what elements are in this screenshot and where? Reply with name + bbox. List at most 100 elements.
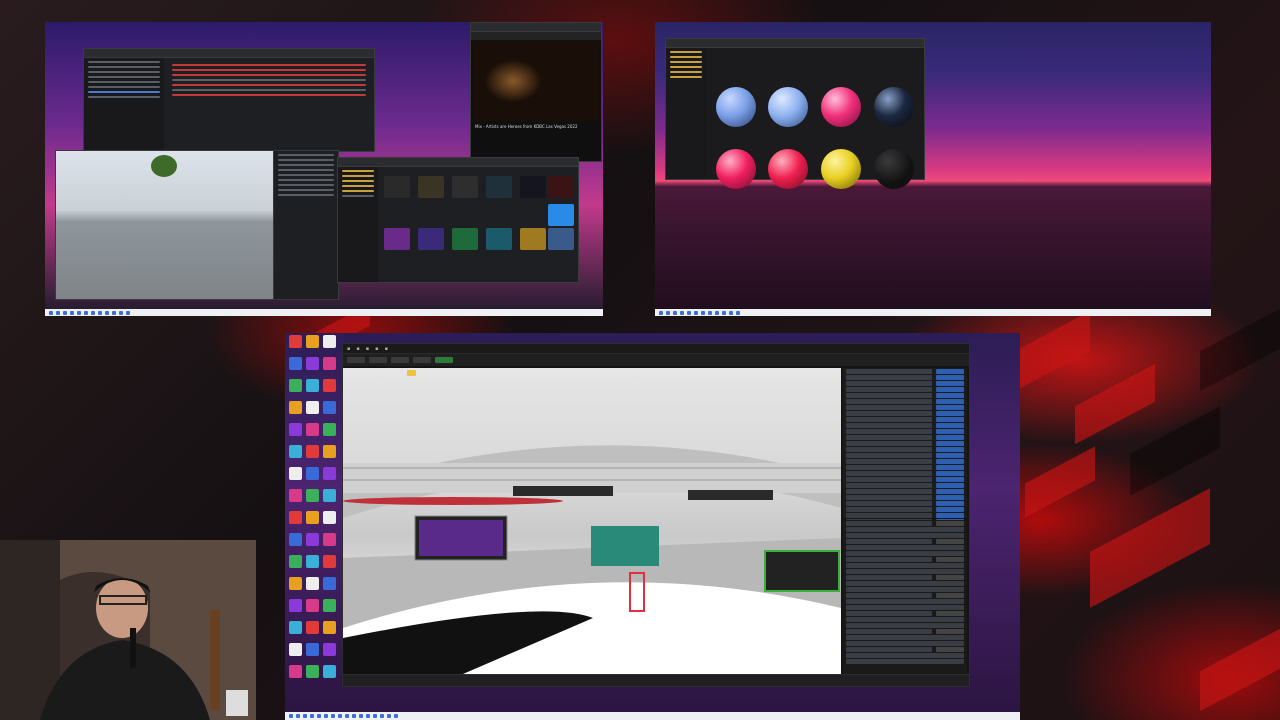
desktop-shortcut-icon[interactable] — [323, 599, 336, 612]
outliner-row[interactable] — [846, 489, 964, 494]
window-titlebar[interactable] — [666, 39, 924, 48]
material-sphere[interactable] — [874, 149, 914, 189]
material-sphere[interactable] — [716, 87, 756, 127]
menu-item[interactable]: ▪ — [347, 346, 350, 352]
details-row[interactable] — [846, 533, 964, 538]
desktop-shortcut-icon[interactable] — [306, 357, 319, 370]
outliner-row[interactable] — [846, 465, 964, 470]
menu-item[interactable]: ▪ — [366, 346, 369, 352]
outliner-row[interactable] — [846, 393, 964, 398]
desktop-shortcut-icon[interactable] — [306, 379, 319, 392]
desktop-shortcut-icon[interactable] — [323, 489, 336, 502]
desktop-shortcut-icon[interactable] — [289, 467, 302, 480]
material-sphere[interactable] — [821, 87, 861, 127]
desktop-shortcut-icon[interactable] — [289, 489, 302, 502]
ue-menubar[interactable]: ▪ ▪ ▪ ▪ ▪ — [343, 344, 969, 354]
details-row[interactable] — [846, 623, 964, 628]
address-bar[interactable] — [471, 32, 601, 40]
desktop-shortcut-icon[interactable] — [323, 621, 336, 634]
desktop-shortcut-icon[interactable] — [323, 423, 336, 436]
asset-thumb[interactable] — [452, 228, 478, 250]
details-row[interactable] — [846, 569, 964, 574]
desktop-shortcut-icon[interactable] — [289, 643, 302, 656]
desktop-shortcut-icon[interactable] — [323, 335, 336, 348]
desktop-shortcut-icon[interactable] — [306, 489, 319, 502]
desktop-shortcut-icon[interactable] — [289, 511, 302, 524]
asset-thumb[interactable] — [418, 176, 444, 198]
desktop-shortcut-icon[interactable] — [306, 665, 319, 678]
asset-thumb-selected[interactable] — [548, 204, 574, 226]
outliner-row[interactable] — [846, 417, 964, 422]
asset-thumb[interactable] — [418, 228, 444, 250]
outliner-row[interactable] — [846, 375, 964, 380]
desktop-shortcut-icon[interactable] — [306, 511, 319, 524]
menu-item[interactable]: ▪ — [385, 346, 388, 352]
menu-item[interactable]: ▪ — [375, 346, 378, 352]
details-row[interactable] — [846, 521, 964, 526]
details-row[interactable] — [846, 617, 964, 622]
desktop-shortcut-icon[interactable] — [289, 533, 302, 546]
details-row[interactable] — [846, 545, 964, 550]
desktop-shortcut-icon[interactable] — [306, 445, 319, 458]
desktop-shortcut-icon[interactable] — [306, 467, 319, 480]
outliner-row[interactable] — [846, 381, 964, 386]
outliner-row[interactable] — [846, 435, 964, 440]
material-sphere[interactable] — [821, 149, 861, 189]
asset-thumb[interactable] — [520, 228, 546, 250]
desktop-shortcut-icon[interactable] — [323, 401, 336, 414]
outliner-row[interactable] — [846, 459, 964, 464]
outliner-row[interactable] — [846, 369, 964, 374]
material-sphere[interactable] — [874, 87, 914, 127]
outliner-row[interactable] — [846, 429, 964, 434]
material-sphere[interactable] — [768, 87, 808, 127]
video-player[interactable] — [473, 41, 599, 121]
asset-thumb[interactable] — [486, 228, 512, 250]
material-sphere[interactable] — [716, 149, 756, 189]
desktop-shortcut-icon[interactable] — [289, 423, 302, 436]
desktop-shortcut-icon[interactable] — [289, 357, 302, 370]
toolbar-button[interactable] — [347, 357, 365, 363]
desktop-shortcut-icon[interactable] — [306, 643, 319, 656]
desktop-shortcut-icon[interactable] — [306, 335, 319, 348]
desktop-shortcut-icon[interactable] — [306, 401, 319, 414]
desktop-shortcut-icon[interactable] — [323, 467, 336, 480]
asset-thumb[interactable] — [548, 176, 574, 198]
desktop-shortcut-icon[interactable] — [323, 445, 336, 458]
details-row[interactable] — [846, 659, 964, 664]
level-viewport[interactable] — [343, 368, 841, 674]
taskbar[interactable] — [45, 309, 603, 316]
desktop-shortcut-icon[interactable] — [289, 401, 302, 414]
details-row[interactable] — [846, 635, 964, 640]
details-row[interactable] — [846, 605, 964, 610]
details-row[interactable] — [846, 641, 964, 646]
desktop-shortcut-icon[interactable] — [306, 423, 319, 436]
output-log-window[interactable] — [83, 48, 375, 152]
outliner-row[interactable] — [846, 399, 964, 404]
menu-item[interactable]: ▪ — [356, 346, 359, 352]
details-row[interactable] — [846, 599, 964, 604]
outliner-row[interactable] — [846, 507, 964, 512]
desktop-shortcut-icon[interactable] — [323, 357, 336, 370]
asset-thumb[interactable] — [384, 228, 410, 250]
outliner-row[interactable] — [846, 453, 964, 458]
toolbar-button[interactable] — [413, 357, 431, 363]
taskbar[interactable] — [285, 712, 1020, 720]
desktop-shortcut-icon[interactable] — [323, 665, 336, 678]
asset-thumb[interactable] — [452, 176, 478, 198]
taskbar[interactable] — [655, 309, 1211, 316]
material-sphere[interactable] — [768, 149, 808, 189]
desktop-shortcut-icon[interactable] — [323, 379, 336, 392]
desktop-shortcut-icon[interactable] — [323, 533, 336, 546]
desktop-shortcut-icon[interactable] — [289, 577, 302, 590]
desktop-shortcut-icon[interactable] — [306, 577, 319, 590]
window-titlebar[interactable] — [84, 49, 374, 58]
outliner-row[interactable] — [846, 495, 964, 500]
details-row[interactable] — [846, 527, 964, 532]
outliner-row[interactable] — [846, 513, 964, 518]
desktop-shortcut-icon[interactable] — [289, 445, 302, 458]
asset-thumb[interactable] — [548, 228, 574, 250]
desktop-shortcut-icon[interactable] — [289, 555, 302, 568]
asset-thumb[interactable] — [486, 176, 512, 198]
material-browser-window[interactable] — [665, 38, 925, 189]
play-button[interactable] — [435, 357, 453, 363]
